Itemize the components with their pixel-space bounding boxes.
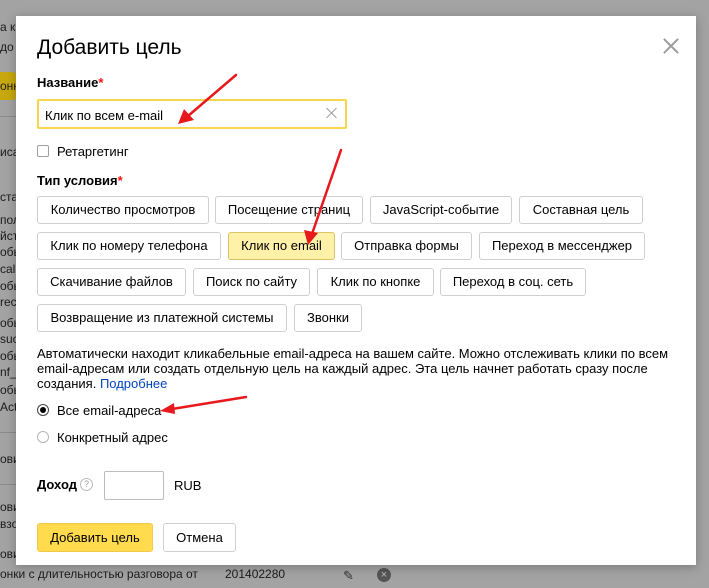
- condition-chip-social[interactable]: Переход в соц. сеть: [440, 268, 586, 296]
- condition-chip-file-download[interactable]: Скачивание файлов: [37, 268, 186, 296]
- condition-label-text: Тип условия: [37, 173, 118, 188]
- condition-chip-messenger[interactable]: Переход в мессенджер: [479, 232, 645, 260]
- condition-description: Автоматически находит кликабельные email…: [37, 346, 677, 391]
- bg-row-text: онки с длительностью разговора от: [0, 567, 198, 581]
- description-line-last: создания. Подробнее: [37, 376, 677, 391]
- condition-chip-views[interactable]: Количество просмотров: [37, 196, 209, 224]
- income-label: Доход ?: [37, 477, 93, 492]
- dialog-title: Добавить цель: [37, 36, 182, 59]
- description-line: создания.: [37, 376, 97, 391]
- required-mark: *: [98, 75, 104, 90]
- condition-chip-javascript[interactable]: JavaScript-событие: [370, 196, 512, 224]
- condition-label: Тип условия*: [37, 173, 123, 188]
- bg-fragment: nf_: [0, 365, 17, 379]
- bg-divider: [0, 432, 16, 433]
- bg-fragment: до: [0, 40, 14, 54]
- description-line: Автоматически находит кликабельные email…: [37, 346, 669, 361]
- goal-name-input[interactable]: [45, 106, 321, 124]
- bg-divider: [0, 484, 16, 485]
- radio-button[interactable]: [37, 431, 49, 443]
- bg-fragment: онн: [0, 79, 16, 93]
- add-goal-button[interactable]: Добавить цель: [37, 523, 153, 552]
- radio-button[interactable]: [37, 404, 49, 416]
- required-mark: *: [117, 173, 123, 188]
- radio-specific-label: Конкретный адрес: [57, 429, 168, 445]
- cancel-button[interactable]: Отмена: [163, 523, 236, 552]
- condition-chip-button-click[interactable]: Клик по кнопке: [317, 268, 434, 296]
- condition-chip-site-search[interactable]: Поиск по сайту: [193, 268, 310, 296]
- bg-fragment: rec: [0, 295, 17, 309]
- add-goal-dialog: Добавить цель Название* Ретаргетинг Тип …: [16, 16, 696, 565]
- condition-chip-calls[interactable]: Звонки: [294, 304, 362, 332]
- clear-icon[interactable]: [325, 106, 339, 120]
- pencil-icon: ✎: [343, 568, 354, 583]
- name-label-text: Название: [37, 75, 99, 90]
- delete-icon: ×: [377, 568, 391, 582]
- condition-chip-page-visit[interactable]: Посещение страниц: [215, 196, 363, 224]
- income-field[interactable]: [104, 471, 164, 500]
- goal-name-field[interactable]: [37, 99, 347, 129]
- income-label-text: Доход: [37, 477, 77, 492]
- condition-chip-email-click[interactable]: Клик по email: [228, 232, 335, 260]
- more-link[interactable]: Подробнее: [100, 376, 167, 391]
- radio-all-label: Все email-адреса: [57, 402, 162, 418]
- bg-table-row: онки с длительностью разговора от 201402…: [0, 564, 709, 588]
- description-line: email-адресам или создать отдельную цель…: [37, 361, 648, 376]
- condition-chip-form-submit[interactable]: Отправка формы: [341, 232, 472, 260]
- retargeting-checkbox[interactable]: Ретаргетинг: [37, 143, 129, 159]
- name-label: Название*: [37, 75, 103, 90]
- retargeting-label: Ретаргетинг: [57, 143, 129, 159]
- radio-all-emails[interactable]: Все email-адреса: [37, 402, 161, 418]
- income-input[interactable]: [105, 472, 163, 499]
- bg-divider: [0, 116, 16, 117]
- condition-chip-composite[interactable]: Составная цель: [519, 196, 643, 224]
- bg-row-id: 201402280: [225, 567, 286, 581]
- radio-specific-address[interactable]: Конкретный адрес: [37, 429, 168, 445]
- currency-label: RUB: [174, 478, 202, 493]
- bg-fragment: Act: [0, 400, 18, 414]
- close-icon[interactable]: [661, 36, 681, 56]
- condition-chip-phone-click[interactable]: Клик по номеру телефона: [37, 232, 221, 260]
- checkbox-box[interactable]: [37, 145, 49, 157]
- condition-chip-payment-return[interactable]: Возвращение из платежной системы: [37, 304, 287, 332]
- help-icon[interactable]: ?: [79, 478, 93, 491]
- bg-button-fragment: онн: [0, 72, 16, 100]
